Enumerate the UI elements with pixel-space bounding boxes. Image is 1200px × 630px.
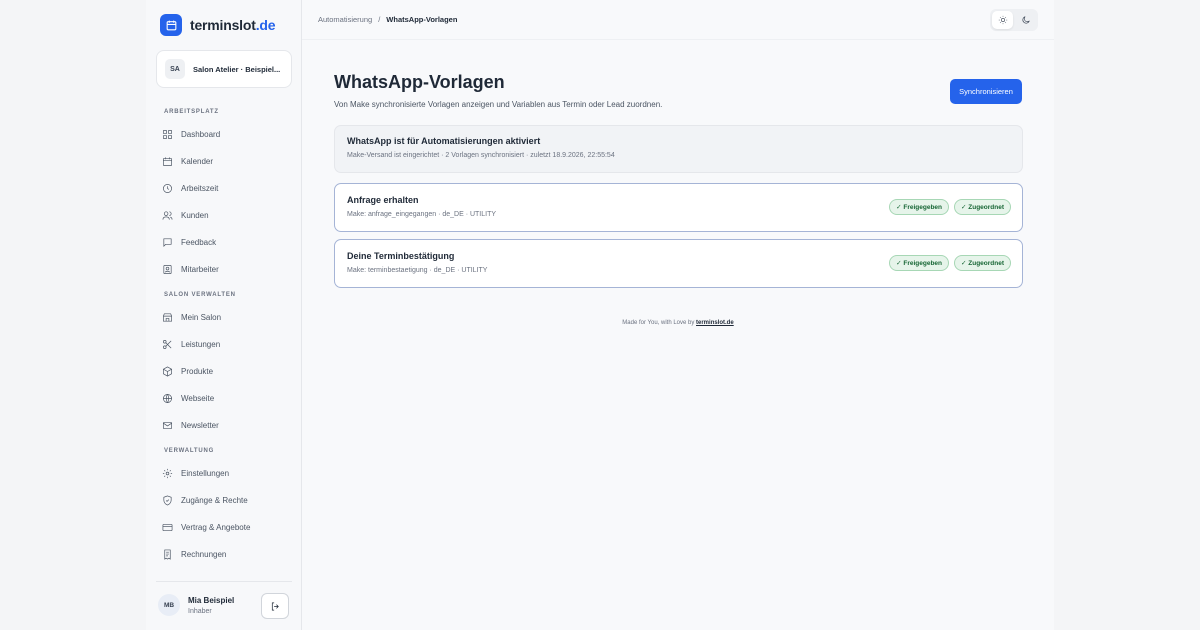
avatar: MB — [158, 594, 180, 616]
dark-mode-button[interactable] — [1015, 11, 1036, 29]
footer-link[interactable]: terminslot.de — [696, 320, 734, 326]
gear-icon — [162, 468, 173, 478]
page-title: WhatsApp-Vorlagen — [334, 72, 505, 92]
message-icon — [163, 237, 172, 247]
user-name: Mia Beispiel — [188, 595, 235, 605]
sidebar-item-arbeitszeit[interactable]: Arbeitszeit — [162, 178, 290, 198]
sidebar-item-zugaenge-rechte[interactable]: Zugänge & Rechte — [162, 490, 290, 510]
logout-icon — [271, 601, 279, 611]
sidebar-item-mitarbeiter[interactable]: Mitarbeiter — [162, 259, 290, 279]
org-avatar: SA — [165, 59, 185, 79]
sun-icon — [998, 15, 1007, 25]
calendar-logo-icon — [160, 14, 182, 36]
mail-icon — [163, 421, 172, 429]
status-badge-mapped: ✓ Zugeordnet — [954, 199, 1011, 215]
logout-button[interactable] — [261, 593, 289, 619]
theme-toggle — [990, 9, 1038, 31]
calendar-icon — [163, 156, 172, 166]
sidebar-item-label: Rechnungen — [181, 549, 227, 559]
sidebar: terminslot.de SA Salon Atelier · Beispie… — [146, 0, 302, 630]
credit-card-icon — [162, 523, 173, 531]
sidebar-item-label: Kalender — [181, 156, 214, 166]
sidebar-item-einstellungen[interactable]: Einstellungen — [162, 463, 290, 483]
users-icon — [162, 210, 173, 220]
sidebar-item-label: Zugänge & Rechte — [181, 495, 248, 505]
store-icon — [163, 312, 172, 322]
status-badge-mapped: ✓ Zugeordnet — [954, 255, 1011, 271]
id-card-icon — [163, 264, 172, 274]
sidebar-item-label: Feedback — [181, 237, 217, 247]
sidebar-item-produkte[interactable]: Produkte — [162, 361, 290, 381]
user-profile[interactable]: MB Mia Beispiel Inhaber — [158, 594, 234, 616]
sidebar-item-webseite[interactable]: Webseite — [162, 388, 290, 408]
shield-icon — [163, 495, 172, 505]
breadcrumb-separator: / — [378, 15, 381, 24]
breadcrumb-parent[interactable]: Automatisierung — [318, 15, 372, 24]
org-switcher[interactable]: SA Salon Atelier · Beispiel... — [156, 50, 292, 88]
sidebar-item-label: Vertrag & Angebote — [181, 522, 251, 532]
page-subtitle: Von Make synchronisierte Vorlagen anzeig… — [334, 100, 663, 109]
sidebar-item-label: Newsletter — [181, 420, 219, 430]
sidebar-item-feedback[interactable]: Feedback — [162, 232, 290, 252]
brand-name: terminslot.de — [190, 17, 276, 33]
sidebar-item-label: Mein Salon — [181, 312, 222, 322]
moon-icon — [1022, 16, 1030, 24]
globe-icon — [163, 393, 172, 403]
app-frame: terminslot.de SA Salon Atelier · Beispie… — [146, 0, 1054, 630]
template-badges: ✓ Freigegeben ✓ Zugeordnet — [889, 199, 1011, 215]
breadcrumb: Automatisierung / WhatsApp-Vorlagen — [318, 15, 457, 24]
status-meta: Make-Versand ist eingerichtet · 2 Vorlag… — [347, 152, 615, 159]
breadcrumb-current: WhatsApp-Vorlagen — [386, 15, 458, 24]
sidebar-item-label: Dashboard — [181, 129, 221, 139]
org-name: Salon Atelier · Beispiel... — [193, 64, 281, 74]
topbar: Automatisierung / WhatsApp-Vorlagen — [302, 0, 1054, 40]
sidebar-item-mein-salon[interactable]: Mein Salon — [162, 307, 290, 327]
sidebar-divider — [156, 581, 292, 582]
sidebar-item-label: Leistungen — [181, 339, 221, 349]
status-badge-approved: ✓ Freigegeben — [889, 199, 949, 215]
sidebar-item-kunden[interactable]: Kunden — [162, 205, 290, 225]
sidebar-item-label: Mitarbeiter — [181, 264, 219, 274]
scissors-icon — [163, 339, 172, 349]
clock-icon — [163, 183, 172, 193]
template-badges: ✓ Freigegeben ✓ Zugeordnet — [889, 255, 1011, 271]
status-badge-approved: ✓ Freigegeben — [889, 255, 949, 271]
dashboard-icon — [163, 129, 172, 139]
section-salon-verwalten: Salon verwalten — [164, 292, 236, 298]
section-arbeitsplatz: Arbeitsplatz — [164, 109, 219, 115]
section-verwaltung: Verwaltung — [164, 448, 215, 454]
sidebar-item-newsletter[interactable]: Newsletter — [162, 415, 290, 435]
footer: Made for You, with Love by terminslot.de — [302, 320, 1054, 326]
sidebar-item-dashboard[interactable]: Dashboard — [162, 124, 290, 144]
sidebar-item-label: Arbeitszeit — [181, 183, 219, 193]
brand-logo[interactable]: terminslot.de — [160, 14, 276, 36]
receipt-icon — [164, 549, 171, 560]
package-icon — [163, 366, 172, 376]
user-role: Inhaber — [188, 607, 212, 615]
sidebar-item-label: Einstellungen — [181, 468, 230, 478]
sync-button[interactable]: Synchronisieren — [950, 79, 1022, 104]
sidebar-item-rechnungen[interactable]: Rechnungen — [162, 544, 290, 564]
template-card[interactable]: Anfrage erhalten Make: anfrage_eingegang… — [334, 183, 1023, 232]
light-mode-button[interactable] — [992, 11, 1013, 29]
sidebar-item-vertrag-angebote[interactable]: Vertrag & Angebote — [162, 517, 290, 537]
sidebar-item-label: Webseite — [181, 393, 215, 403]
status-card: WhatsApp ist für Automatisierungen aktiv… — [334, 125, 1023, 173]
sidebar-item-label: Produkte — [181, 366, 214, 376]
main-content: Automatisierung / WhatsApp-Vorlagen What… — [302, 0, 1054, 630]
sidebar-item-kalender[interactable]: Kalender — [162, 151, 290, 171]
sidebar-item-leistungen[interactable]: Leistungen — [162, 334, 290, 354]
template-card[interactable]: Deine Terminbestätigung Make: terminbest… — [334, 239, 1023, 288]
sidebar-item-label: Kunden — [181, 210, 209, 220]
status-title: WhatsApp ist für Automatisierungen aktiv… — [347, 136, 541, 146]
footer-text: Made for You, with Love by — [622, 320, 695, 326]
